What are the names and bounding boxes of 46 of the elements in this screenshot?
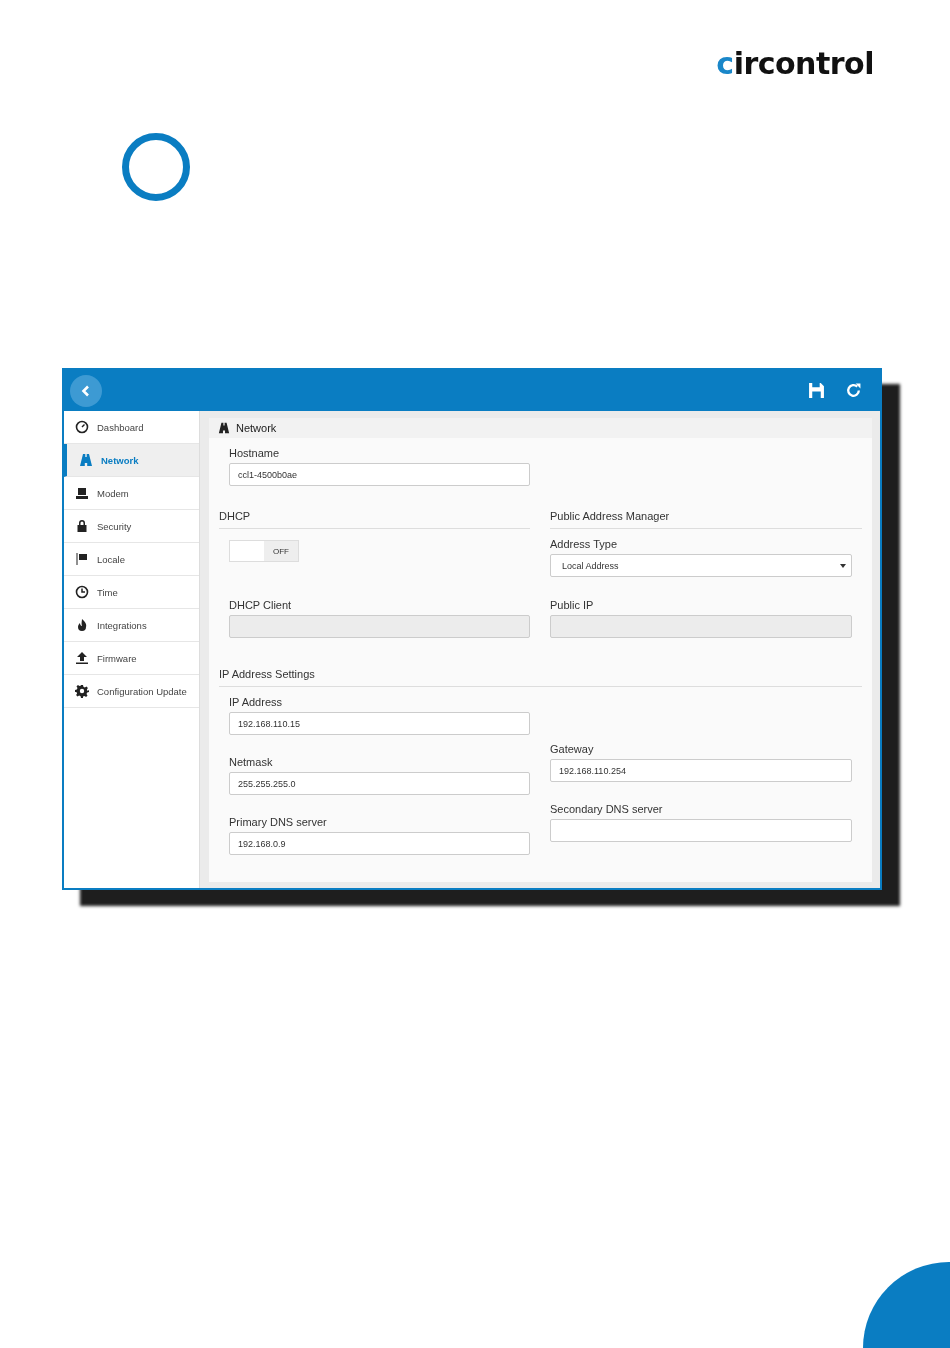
lock-icon (75, 519, 89, 533)
primary-dns-field[interactable]: 192.168.0.9 (229, 832, 530, 855)
sidebar-item[interactable]: Locale (64, 543, 199, 576)
field-label: Secondary DNS server (550, 803, 664, 815)
flag-icon (75, 552, 89, 566)
dhcp-toggle[interactable]: OFF (229, 540, 299, 562)
road-icon (79, 453, 93, 467)
hostname-field[interactable]: ccl1-4500b0ae (229, 463, 530, 486)
gateway-field[interactable]: 192.168.110.254 (550, 759, 852, 782)
field-label: IP Address (229, 696, 283, 708)
field-label: Public IP (550, 599, 595, 611)
secondary-dns-field[interactable] (550, 819, 852, 842)
field-label: Gateway (550, 743, 595, 755)
ip-address-field[interactable]: 192.168.110.15 (229, 712, 530, 735)
field-label: Netmask (229, 756, 274, 768)
section-heading: IP Address Settings (219, 668, 862, 687)
refresh-icon[interactable] (845, 382, 862, 399)
road-icon (218, 422, 230, 434)
save-icon[interactable] (808, 382, 825, 399)
address-type-select[interactable]: Local Address (550, 554, 852, 577)
sidebar-item[interactable]: Firmware (64, 642, 199, 675)
flame-icon (75, 618, 89, 632)
netmask-field[interactable]: 255.255.255.0 (229, 772, 530, 795)
clock-icon (75, 585, 89, 599)
sidebar-item[interactable]: Configuration Update (64, 675, 199, 708)
section-heading: DHCP (219, 510, 530, 529)
gear-icon (75, 684, 89, 698)
sidebar-item[interactable]: Time (64, 576, 199, 609)
field-label: DHCP Client (229, 599, 293, 611)
back-button[interactable] (70, 374, 102, 407)
gauge-icon (75, 420, 89, 434)
field-label: Primary DNS server (229, 816, 328, 828)
upload-icon (75, 651, 89, 665)
caret-icon (840, 563, 846, 568)
laptop-icon (75, 486, 89, 500)
sidebar-item[interactable]: Security (64, 510, 199, 543)
sidebar-item[interactable]: Network (64, 444, 199, 477)
field-label: Address Type (550, 538, 619, 550)
section-heading: Public Address Manager (550, 510, 862, 529)
logo: circontrol (716, 45, 874, 83)
chevron-left-icon (80, 384, 92, 397)
field-label: Hostname (229, 447, 281, 459)
sidebar-item[interactable]: Modem (64, 477, 199, 510)
panel-title: Network (236, 422, 277, 434)
ring-icon (122, 133, 190, 201)
sidebar-item[interactable]: Integrations (64, 609, 199, 642)
